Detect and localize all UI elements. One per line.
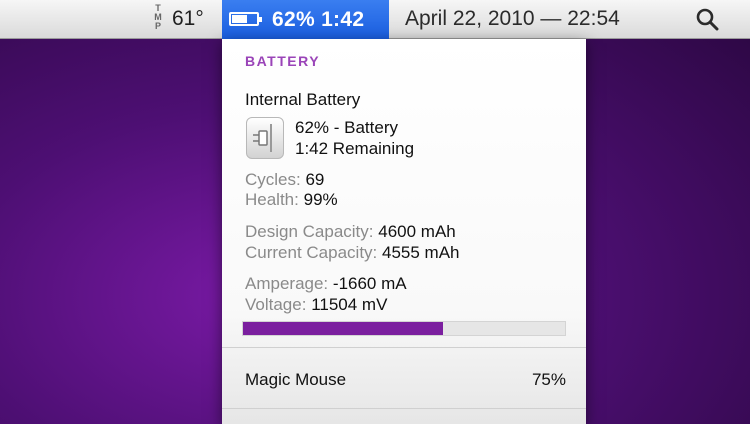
section-title: BATTERY [245, 53, 321, 69]
cycles-value: 69 [305, 170, 325, 189]
current-capacity-row: Current Capacity: 4555 mAh [245, 243, 460, 263]
current-capacity-label: Current Capacity: [245, 243, 378, 262]
design-capacity-value: 4600 mAh [378, 222, 456, 241]
menu-clock[interactable]: April 22, 2010 — 22:54 [405, 0, 620, 38]
battery-icon-fill [232, 15, 247, 23]
current-capacity-value: 4555 mAh [382, 243, 460, 262]
health-label: Health: [245, 190, 299, 209]
time-remaining-line: 1:42 Remaining [295, 139, 415, 158]
menu-bar: T M P 61° 62% 1:42 April 22, 2010 — 22:5… [0, 0, 750, 39]
device-name: Internal Battery [245, 90, 361, 109]
temp-icon-letter-p: P [154, 21, 161, 31]
temperature-sensor-icon[interactable]: T M P [151, 4, 165, 34]
menu-separator [222, 347, 586, 348]
battery-icon [229, 12, 262, 26]
voltage-value: 11504 mV [311, 295, 388, 314]
charge-level-bar [242, 321, 566, 336]
battery-menu-text: 62% 1:42 [272, 8, 365, 31]
temperature-reading[interactable]: 61° [172, 0, 204, 38]
menu-separator [222, 408, 586, 409]
health-value: 99% [303, 190, 338, 209]
power-plug-icon [246, 117, 284, 159]
search-icon[interactable] [695, 7, 719, 31]
cycles-row: Cycles: 69 [245, 170, 324, 190]
health-row: Health: 99% [245, 190, 338, 210]
charge-level-fill [243, 322, 443, 335]
voltage-row: Voltage: 11504 mV [245, 295, 387, 315]
design-capacity-label: Design Capacity: [245, 222, 374, 241]
design-capacity-row: Design Capacity: 4600 mAh [245, 222, 456, 242]
battery-status-line: 62% - Battery [295, 118, 398, 137]
cycles-label: Cycles: [245, 170, 301, 189]
amperage-label: Amperage: [245, 274, 329, 293]
battery-menu-item[interactable]: 62% 1:42 [222, 0, 389, 39]
battery-dropdown-menu: BATTERY Internal Battery 62% - Battery 1… [222, 39, 586, 424]
amperage-row: Amperage: -1660 mA [245, 274, 407, 294]
magic-mouse-battery-level: 75% [531, 370, 566, 389]
voltage-label: Voltage: [245, 295, 307, 314]
plug-glyph-icon [253, 124, 272, 152]
magic-mouse-item[interactable]: Magic Mouse [245, 370, 346, 390]
amperage-value: -1660 mA [332, 274, 407, 293]
